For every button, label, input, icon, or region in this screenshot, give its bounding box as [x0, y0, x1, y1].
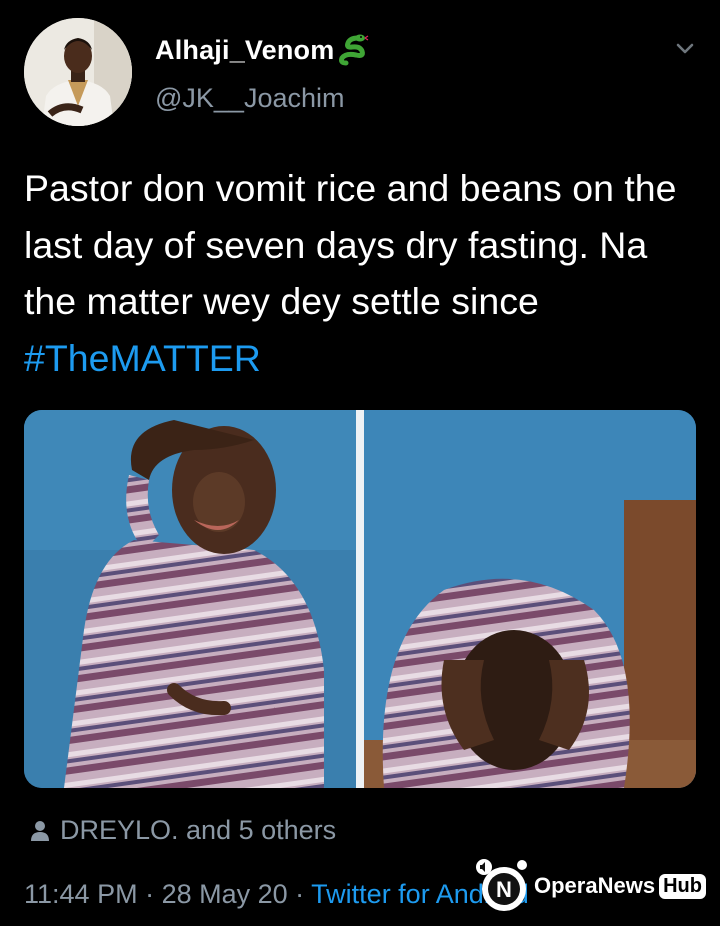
- liked-by-row[interactable]: DREYLO. and 5 others: [30, 815, 336, 846]
- tweet-text-body: Pastor don vomit rice and beans on the l…: [24, 167, 677, 322]
- operanews-watermark: N OperaNews Hub: [470, 855, 706, 917]
- media-image[interactable]: [24, 410, 696, 788]
- operanews-logo-icon: N: [476, 859, 527, 911]
- meta-separator: ·: [287, 879, 312, 909]
- tweet-card: Alhaji_Venom @JK__Joachim Pastor don vom…: [0, 0, 720, 926]
- hashtag-link[interactable]: #TheMATTER: [24, 337, 261, 379]
- watermark-badge: Hub: [659, 873, 706, 899]
- tweet-time: 11:44 PM: [24, 879, 138, 909]
- watermark-text: OperaNews: [534, 873, 656, 898]
- avatar[interactable]: [24, 18, 132, 126]
- meta-separator: ·: [137, 879, 162, 909]
- person-icon: [31, 820, 49, 841]
- display-name[interactable]: Alhaji_Venom: [155, 35, 334, 66]
- chevron-down-icon[interactable]: [672, 36, 698, 62]
- svg-text:N: N: [496, 877, 512, 902]
- author-handle[interactable]: @JK__Joachim: [155, 83, 345, 114]
- tweet-date: 28 May 20: [161, 879, 288, 909]
- tweet-text: Pastor don vomit rice and beans on the l…: [24, 160, 684, 386]
- liked-by-text[interactable]: DREYLO. and 5 others: [60, 815, 336, 846]
- snake-icon: [339, 34, 369, 66]
- tweet-meta: 11:44 PM · 28 May 20 · Twitter for Andro…: [24, 879, 529, 910]
- author-name-row[interactable]: Alhaji_Venom: [155, 33, 370, 67]
